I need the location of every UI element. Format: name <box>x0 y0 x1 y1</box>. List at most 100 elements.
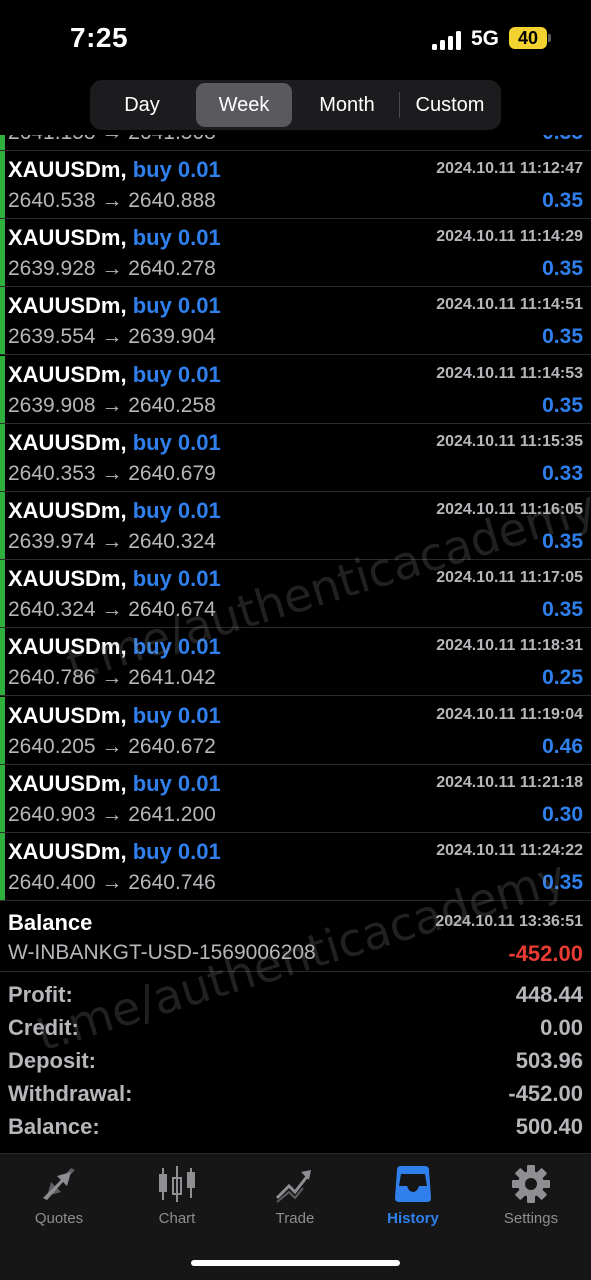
trade-row[interactable]: XAUUSDm, buy 0.01 2024.10.11 11:12:47 2640… <box>0 151 591 219</box>
trade-row[interactable]: XAUUSDm, buy 0.01 2024.10.11 11:16:05 2639… <box>0 492 591 560</box>
deals-list: 2641.158 → 2641.508 0.35 XAUUSDm, buy 0.… <box>0 135 591 903</box>
segment-day[interactable]: Day <box>96 83 188 127</box>
balance-comment: W-INBANKGT-USD-1569006208 <box>8 941 316 964</box>
trade-profit: 0.35 <box>542 189 583 212</box>
tab-label: Trade <box>275 1210 315 1227</box>
trade-profit: 0.35 <box>542 530 583 553</box>
network-type: 5G <box>471 27 500 50</box>
trade-symbol: XAUUSDm, buy 0.01 <box>8 566 221 592</box>
summary-label: Deposit: <box>8 1048 96 1073</box>
trade-prices: 2639.554 → 2639.904 <box>8 325 216 349</box>
trade-row[interactable]: XAUUSDm, buy 0.01 2024.10.11 11:17:05 2640… <box>0 560 591 629</box>
summary-deposit: Deposit: 503.96 <box>0 1046 591 1079</box>
symbol-name: XAUUSDm, <box>8 702 127 728</box>
trade-time: 2024.10.11 11:21:18 <box>436 773 583 791</box>
trade-row-partial[interactable]: 2641.158 → 2641.508 0.35 <box>0 135 591 151</box>
status-bar: 7:25 5G 40 <box>0 0 591 80</box>
trade-row[interactable]: XAUUSDm, buy 0.01 2024.10.11 11:24:22 2640… <box>0 833 591 901</box>
trade-time: 2024.10.11 11:18:31 <box>436 637 583 655</box>
tab-label: Quotes <box>34 1210 84 1227</box>
account-summary: Profit: 448.44 Credit: 0.00 Deposit: 503… <box>0 980 591 1150</box>
trade-row[interactable]: XAUUSDm, buy 0.01 2024.10.11 11:21:18 2640… <box>0 764 591 833</box>
segment-week[interactable]: Week <box>196 83 292 127</box>
trade-time: 2024.10.11 11:19:04 <box>436 705 583 723</box>
battery-icon: 40 <box>509 27 547 49</box>
trade-symbol: XAUUSDm, buy 0.01 <box>8 157 221 183</box>
buy-marker <box>0 628 5 696</box>
trade-side-volume: buy 0.01 <box>132 702 221 728</box>
segment-month[interactable]: Month <box>298 83 396 127</box>
buy-marker <box>0 355 5 423</box>
summary-value: -452.00 <box>508 1081 583 1106</box>
battery-tip <box>548 34 551 42</box>
trade-time: 2024.10.11 11:12:47 <box>436 160 583 177</box>
buy-marker <box>0 833 5 900</box>
buy-marker <box>0 151 5 218</box>
balance-title: Balance <box>8 910 93 935</box>
trade-row[interactable]: XAUUSDm, buy 0.01 2024.10.11 11:19:04 2640… <box>0 696 591 765</box>
trade-row[interactable]: XAUUSDm, buy 0.01 2024.10.11 11:14:53 2639… <box>0 355 591 424</box>
trade-symbol: XAUUSDm, buy 0.01 <box>8 634 221 660</box>
trade-prices: 2640.205 → 2640.672 <box>8 734 216 758</box>
summary-withdrawal: Withdrawal: -452.00 <box>0 1079 591 1112</box>
trade-symbol: XAUUSDm, buy 0.01 <box>8 225 221 251</box>
trade-prices: 2639.928 → 2640.278 <box>8 257 216 281</box>
trade-row[interactable]: XAUUSDm, buy 0.01 2024.10.11 11:14:29 2639… <box>0 219 591 288</box>
symbol-name: XAUUSDm, <box>8 839 127 864</box>
summary-label: Withdrawal: <box>8 1081 133 1106</box>
cellular-signal-icon <box>432 30 462 50</box>
trade-prices: 2639.908 → 2640.258 <box>8 393 216 417</box>
buy-marker <box>0 764 5 832</box>
period-segmented-control: Day Week Month Custom <box>90 80 501 130</box>
tab-quotes[interactable]: Quotes <box>0 1164 118 1236</box>
segment-custom[interactable]: Custom <box>402 83 498 127</box>
status-time: 7:25 <box>70 22 129 53</box>
trade-profit: 0.35 <box>542 598 583 622</box>
symbol-name: XAUUSDm, <box>8 634 127 660</box>
trade-time: 2024.10.11 11:15:35 <box>436 432 583 450</box>
trend-line-icon <box>275 1170 311 1203</box>
trade-time: 2024.10.11 11:16:05 <box>436 501 583 518</box>
buy-marker <box>0 287 5 355</box>
trade-row[interactable]: XAUUSDm, buy 0.01 2024.10.11 11:18:31 2640… <box>0 628 591 697</box>
candlestick-icon <box>159 1166 195 1202</box>
tab-history[interactable]: History <box>354 1164 472 1236</box>
symbol-name: XAUUSDm, <box>8 293 127 319</box>
symbol-name: XAUUSDm, <box>8 770 127 796</box>
symbol-name: XAUUSDm, <box>8 225 127 251</box>
trade-prices: 2640.538 → 2640.888 <box>8 189 216 212</box>
trade-side-volume: buy 0.01 <box>132 634 221 660</box>
tab-settings[interactable]: Settings <box>472 1164 590 1236</box>
trade-side-volume: buy 0.01 <box>132 566 221 592</box>
trade-row[interactable]: XAUUSDm, buy 0.01 2024.10.11 11:15:35 2640… <box>0 423 591 492</box>
trade-symbol: XAUUSDm, buy 0.01 <box>8 703 221 729</box>
tab-label: Chart <box>158 1210 196 1227</box>
symbol-name: XAUUSDm, <box>8 157 127 182</box>
trade-profit: 0.35 <box>542 135 583 145</box>
summary-balance: Balance: 500.40 <box>0 1112 591 1145</box>
trade-profit: 0.35 <box>542 257 583 281</box>
trade-symbol: XAUUSDm, buy 0.01 <box>8 362 221 388</box>
trade-time: 2024.10.11 11:14:29 <box>436 228 583 246</box>
tab-trade[interactable]: Trade <box>236 1164 354 1236</box>
trade-symbol: XAUUSDm, buy 0.01 <box>8 771 221 797</box>
balance-operation-row[interactable]: Balance 2024.10.11 13:36:51 W-INBANKGT-U… <box>0 904 591 972</box>
trade-prices: 2640.400 → 2640.746 <box>8 871 216 894</box>
trade-side-volume: buy 0.01 <box>132 498 221 523</box>
trade-profit: 0.46 <box>542 734 583 758</box>
trade-prices: 2640.786 → 2641.042 <box>8 666 216 690</box>
trade-profit: 0.35 <box>542 325 583 349</box>
trade-time: 2024.10.11 11:17:05 <box>436 569 583 587</box>
home-indicator <box>191 1260 400 1266</box>
segment-divider <box>399 92 400 118</box>
tab-chart[interactable]: Chart <box>118 1164 236 1236</box>
trade-side-volume: buy 0.01 <box>132 429 221 455</box>
trade-prices: 2640.324 → 2640.674 <box>8 598 216 622</box>
trade-row[interactable]: XAUUSDm, buy 0.01 2024.10.11 11:14:51 2639… <box>0 287 591 356</box>
summary-value: 503.96 <box>515 1048 583 1073</box>
buy-marker <box>0 560 5 628</box>
trade-prices: 2639.974 → 2640.324 <box>8 530 216 553</box>
summary-label: Balance: <box>8 1114 100 1139</box>
trade-profit: 0.25 <box>542 666 583 690</box>
buy-marker <box>0 219 5 287</box>
